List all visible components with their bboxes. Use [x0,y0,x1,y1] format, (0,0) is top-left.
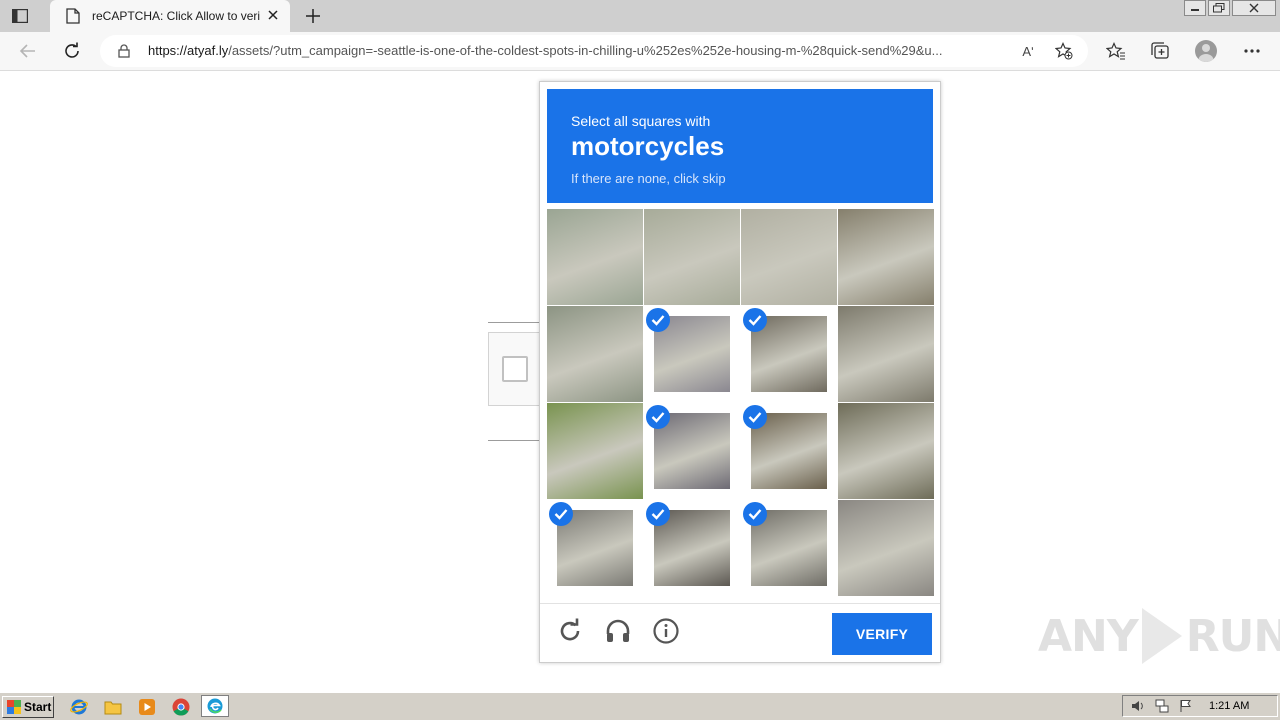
verify-button[interactable]: VERIFY [832,613,932,655]
edge-taskbar-icon[interactable] [201,695,229,717]
captcha-tile[interactable] [838,403,934,499]
profile-avatar-icon[interactable] [1195,40,1217,62]
tile-photo [838,306,934,402]
close-window-icon[interactable] [1232,0,1276,16]
internet-explorer-icon[interactable] [70,698,88,716]
captcha-tile[interactable] [838,306,934,402]
chrome-icon[interactable] [172,698,190,716]
tile-photo [644,209,740,305]
tile-photo [741,209,837,305]
tile-photo [547,403,643,499]
captcha-tile[interactable] [838,209,934,305]
captcha-tile[interactable] [838,500,934,596]
more-menu-icon[interactable] [1242,41,1262,61]
clock: 1:21 AM [1209,700,1250,712]
captcha-tile[interactable] [644,403,740,499]
captcha-tile[interactable] [741,500,837,596]
tile-photo [838,500,934,596]
restore-icon[interactable] [1208,0,1230,16]
browser-tab[interactable]: reCAPTCHA: Click Allow to verify [50,0,290,32]
system-tray: 1:21 AM [1122,695,1278,717]
watermark-right: RUN [1185,610,1280,662]
start-label: Start [24,700,52,714]
anchor-divider-bottom [488,440,540,441]
captcha-tile[interactable] [547,306,643,402]
address-toolbar: https://atyaf.ly/assets/?utm_campaign=-s… [0,32,1280,71]
captcha-tile[interactable] [644,306,740,402]
watermark-left: ANY [1038,610,1139,662]
url-bar[interactable]: https://atyaf.ly/assets/?utm_campaign=-s… [100,35,1088,67]
add-favorite-icon[interactable] [1054,41,1074,61]
checkmark-icon [549,502,573,526]
play-logo-icon [1141,608,1182,664]
captcha-tile[interactable] [644,500,740,596]
reload-icon[interactable] [557,618,583,644]
captcha-prompt: Select all squares with [571,113,711,129]
tab-actions-icon[interactable] [10,6,30,26]
captcha-tile[interactable] [644,209,740,305]
captcha-hint: If there are none, click skip [571,171,726,186]
checkmark-icon [646,405,670,429]
checkmark-icon [646,308,670,332]
captcha-footer: VERIFY [540,603,940,663]
captcha-tile[interactable] [547,209,643,305]
anchor-divider-top [488,322,540,323]
back-icon[interactable] [18,41,38,61]
lock-icon[interactable] [118,44,130,58]
page-icon [66,8,80,24]
tile-photo [838,209,934,305]
refresh-icon[interactable] [62,41,82,61]
anyrun-watermark: ANY RUN [1038,606,1280,666]
windows-logo-icon [7,700,21,714]
checkmark-icon [743,405,767,429]
volume-icon[interactable] [1131,699,1145,713]
url-text[interactable]: https://atyaf.ly/assets/?utm_campaign=-s… [148,43,1012,58]
file-explorer-icon[interactable] [104,698,122,716]
tile-photo [547,209,643,305]
recaptcha-checkbox[interactable] [502,356,528,382]
url-domain: https://atyaf.ly [148,43,229,58]
checkmark-icon [743,502,767,526]
audio-challenge-icon[interactable] [605,618,631,644]
media-player-icon[interactable] [138,698,156,716]
captcha-tile[interactable] [741,403,837,499]
close-tab-icon[interactable] [266,8,280,22]
tile-photo [547,306,643,402]
recaptcha-anchor [488,332,540,406]
url-path: /assets/?utm_campaign=-seattle-is-one-of… [228,43,943,58]
captcha-header: Select all squares with motorcycles If t… [547,89,933,203]
captcha-tile[interactable] [547,403,643,499]
checkmark-icon [743,308,767,332]
read-aloud-icon[interactable]: Aʹ [1018,41,1038,61]
tile-photo [838,403,934,499]
tab-title: reCAPTCHA: Click Allow to verify [92,9,260,23]
captcha-tile[interactable] [741,306,837,402]
network-icon[interactable] [1155,699,1169,713]
captcha-tile[interactable] [741,209,837,305]
captcha-target: motorcycles [571,131,725,161]
favorites-icon[interactable] [1106,41,1126,61]
checkmark-icon [646,502,670,526]
taskbar: Start 1:21 AM [0,692,1280,720]
captcha-tile[interactable] [547,500,643,596]
start-button[interactable]: Start [2,696,54,718]
new-tab-icon[interactable] [304,7,322,25]
tab-bar: reCAPTCHA: Click Allow to verify [0,0,1280,32]
captcha-grid [547,209,935,597]
collections-icon[interactable] [1150,41,1170,61]
minimize-icon[interactable] [1184,0,1206,16]
captcha-challenge: Select all squares with motorcycles If t… [539,81,941,663]
info-icon[interactable] [653,618,679,644]
action-center-flag-icon[interactable] [1179,699,1193,713]
